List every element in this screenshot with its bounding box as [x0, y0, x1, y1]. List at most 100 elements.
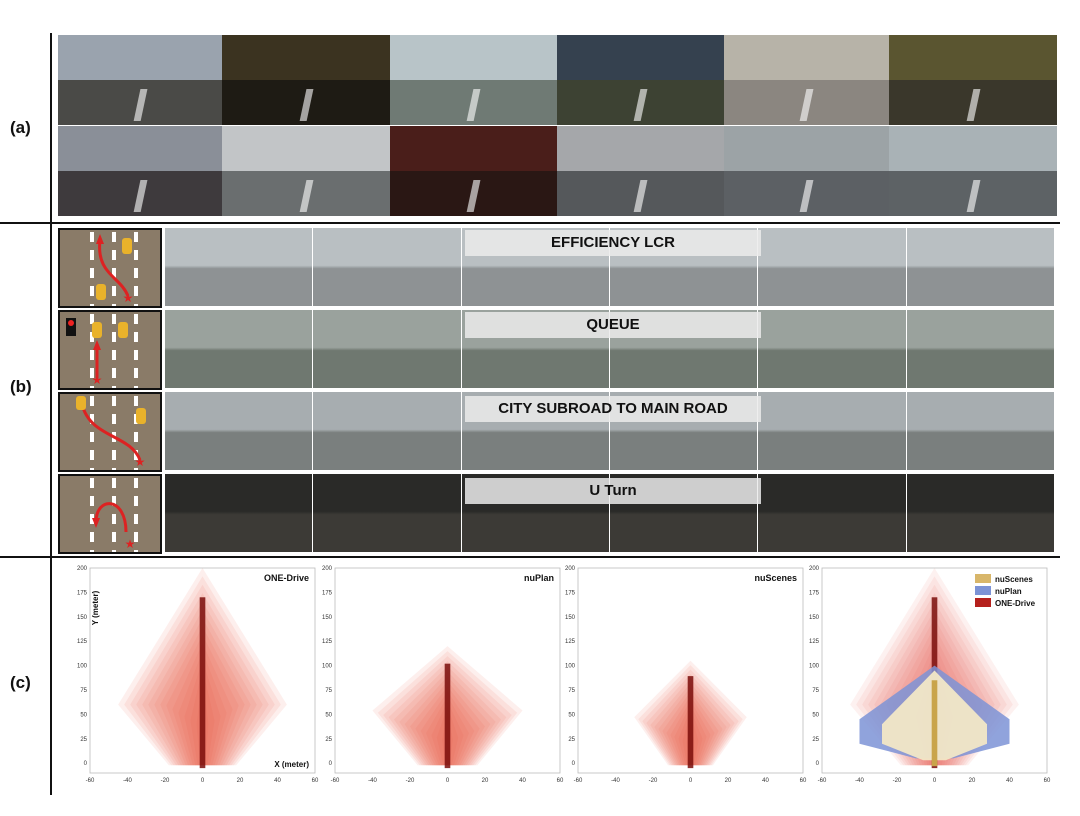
scene-photo [390, 35, 557, 125]
panel-label-b: (b) [10, 377, 32, 396]
scenario-frame [758, 474, 906, 552]
density-region-core [444, 663, 451, 769]
subroad-merge-icon: ★ [58, 392, 162, 472]
y-tick-label: 25 [812, 737, 819, 743]
y-tick-label: 50 [568, 712, 575, 718]
scenario-frame [313, 310, 461, 388]
y-tick-label: 25 [80, 737, 87, 743]
density-region-core [199, 597, 206, 769]
x-tick-label: -20 [406, 778, 415, 784]
scenario-frame [313, 392, 461, 470]
scenario-frame [313, 228, 461, 306]
x-tick-label: 40 [1006, 778, 1013, 784]
heatmap-nuscenes-svg: -60 -40 -20 0 20 40 600255075100125150175200nu… [565, 566, 807, 784]
x-tick-label: 20 [969, 778, 976, 784]
x-tick-label: 60 [1044, 778, 1051, 784]
svg-text:★: ★ [92, 373, 103, 387]
y-tick-label: 75 [568, 688, 575, 694]
plot-title: nuScenes [754, 573, 797, 583]
heatmap-nuplan: -60 -40 -20 0 20 40 60 0 25 50 75 100 125 150 175 200 nu… [305, 563, 564, 793]
y-tick-label: 125 [565, 639, 576, 645]
x-tick-label: -20 [649, 778, 658, 784]
x-tick-label: -40 [368, 778, 377, 784]
y-tick-label: 75 [325, 688, 332, 694]
y-tick-label: 25 [568, 737, 575, 743]
legend-swatch [975, 574, 991, 583]
x-tick-label: -60 [818, 778, 827, 784]
x-tick-label: -40 [855, 778, 864, 784]
scene-photo [889, 126, 1057, 216]
y-tick-label: 100 [809, 664, 820, 670]
divider-a-b [0, 222, 1060, 224]
x-tick-label: -20 [893, 778, 902, 784]
x-tick-label: -60 [86, 778, 95, 784]
scene-photo [889, 35, 1057, 125]
panel-vertical-divider [50, 33, 52, 795]
x-tick-label: 40 [519, 778, 526, 784]
panel-label-a: (a) [10, 118, 31, 137]
scenario-frame [758, 392, 906, 470]
svg-text:★: ★ [123, 291, 134, 305]
y-tick-label: 0 [572, 761, 576, 767]
y-tick-label: 200 [565, 566, 576, 572]
legend-swatch [975, 586, 991, 595]
y-tick-label: 0 [84, 761, 88, 767]
y-tick-label: 175 [565, 590, 576, 596]
scenario-frame [165, 228, 313, 306]
scenario-frame [906, 474, 1054, 552]
y-tick-label: 25 [325, 737, 332, 743]
scenario-frame [758, 310, 906, 388]
plot-title: ONE-Drive [264, 573, 309, 583]
y-tick-label: 150 [77, 615, 88, 621]
y-tick-label: 125 [77, 639, 88, 645]
y-tick-label: 150 [322, 615, 333, 621]
legend-entry: nuScenes [995, 575, 1033, 584]
scenario-label-u-turn: U Turn [465, 478, 761, 504]
y-tick-label: 50 [80, 712, 87, 718]
x-tick-label: -60 [331, 778, 340, 784]
x-tick-label: 20 [725, 778, 732, 784]
x-tick-label: 0 [933, 778, 937, 784]
x-tick-label: -40 [123, 778, 132, 784]
scenario-frame [165, 310, 313, 388]
y-tick-label: 0 [816, 761, 820, 767]
x-tick-label: 0 [446, 778, 450, 784]
svg-text:★: ★ [125, 537, 136, 551]
y-tick-label: 175 [77, 590, 88, 596]
y-axis-label: Y (meter) [91, 590, 100, 625]
heatmap-one-drive-svg: -60 -40 -20 0 20 40 600255075100125150175200ON… [77, 566, 319, 784]
u-turn-icon: ★ [58, 474, 162, 554]
scene-photo [222, 126, 390, 216]
y-tick-label: 100 [565, 664, 576, 670]
divider-b-c [0, 556, 1060, 558]
x-tick-label: 0 [689, 778, 693, 784]
scenario-frame [906, 392, 1054, 470]
y-tick-label: 175 [809, 590, 820, 596]
y-tick-label: 200 [809, 566, 820, 572]
scenario-label-city-subroad: CITY SUBROAD TO MAIN ROAD [465, 396, 761, 422]
y-tick-label: 125 [809, 639, 820, 645]
heatmap-one-drive: -60 -40 -20 0 20 40 60 0 25 50 75 100 125 150 175 200 ON… [60, 563, 319, 793]
x-tick-label: 20 [237, 778, 244, 784]
y-tick-label: 100 [322, 664, 333, 670]
scene-photo [557, 35, 724, 125]
density-region-core [687, 676, 694, 769]
scene-photo [390, 126, 557, 216]
panel-label-c: (c) [10, 673, 31, 692]
scenario-frame [165, 474, 313, 552]
legend-entry: nuPlan [995, 587, 1022, 596]
heatmap-nuplan-svg: -60 -40 -20 0 20 40 600255075100125150175200nu… [322, 566, 564, 784]
y-tick-label: 50 [812, 712, 819, 718]
scene-photo [724, 35, 889, 125]
y-tick-label: 0 [329, 761, 333, 767]
x-tick-label: -60 [574, 778, 583, 784]
legend-entry: ONE-Drive [995, 599, 1036, 608]
heatmap-nuscenes: -60 -40 -20 0 20 40 60 0 25 50 75 100 125 150 175 200 nu… [548, 563, 807, 793]
x-tick-label: 40 [274, 778, 281, 784]
heatmap-combined: nuScenes nuPlan ONE-Drive -60 -40 -20 0 20 40 60 0… [792, 563, 1052, 793]
y-tick-label: 75 [80, 688, 87, 694]
density-core-nuscenes [931, 680, 938, 767]
x-tick-label: -20 [161, 778, 170, 784]
y-tick-label: 150 [565, 615, 576, 621]
scene-photo [724, 126, 889, 216]
